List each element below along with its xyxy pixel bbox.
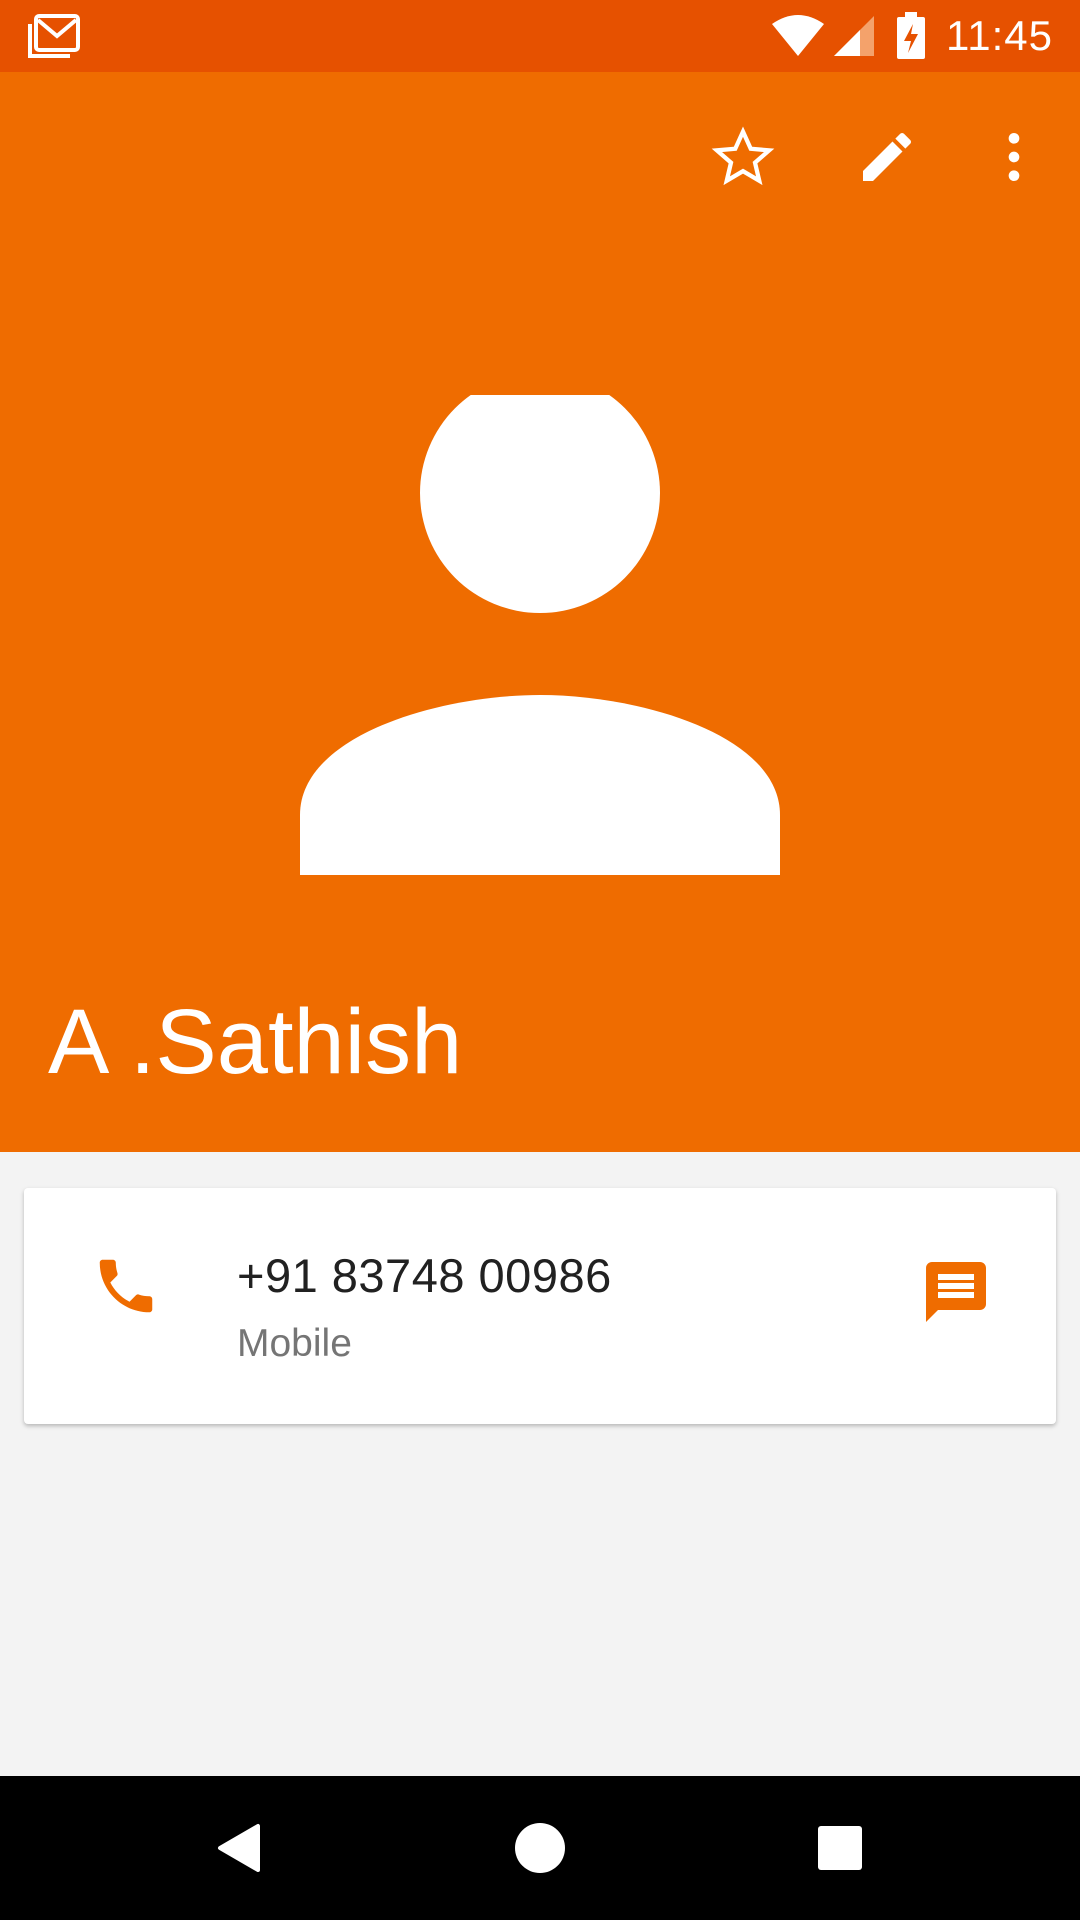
contact-name: A .Sathish [48,991,463,1093]
star-outline-icon [711,126,775,186]
phone-number[interactable]: +91 83748 00986 [237,1248,612,1303]
phone-card: +91 83748 00986 Mobile [24,1188,1056,1424]
send-message-button[interactable] [908,1244,1004,1340]
message-icon [926,1262,986,1322]
back-button[interactable] [200,1808,280,1888]
more-options-button[interactable] [974,117,1054,197]
phone-icon [99,1259,153,1313]
favorite-star-button[interactable] [703,117,783,197]
edit-contact-button[interactable] [847,117,927,197]
clock-time: 11:45 [946,12,1053,59]
recents-button[interactable] [800,1808,880,1888]
phone-type-label: Mobile [237,1322,352,1365]
home-icon [515,1823,565,1873]
status-bar: 11:45 [0,0,1080,72]
person-placeholder-icon [300,395,780,875]
wifi-icon [772,15,824,56]
gmail-notification-icon [28,14,80,58]
contact-header: A .Sathish [0,72,1080,1152]
back-icon [218,1824,260,1872]
call-button[interactable] [86,1246,166,1326]
battery-charging-icon [897,12,925,59]
navigation-bar [0,1776,1080,1920]
home-button[interactable] [500,1808,580,1888]
edit-pencil-icon [863,132,912,181]
cell-signal-icon [834,16,874,56]
recents-icon [818,1826,862,1870]
more-vert-icon [1008,133,1020,181]
